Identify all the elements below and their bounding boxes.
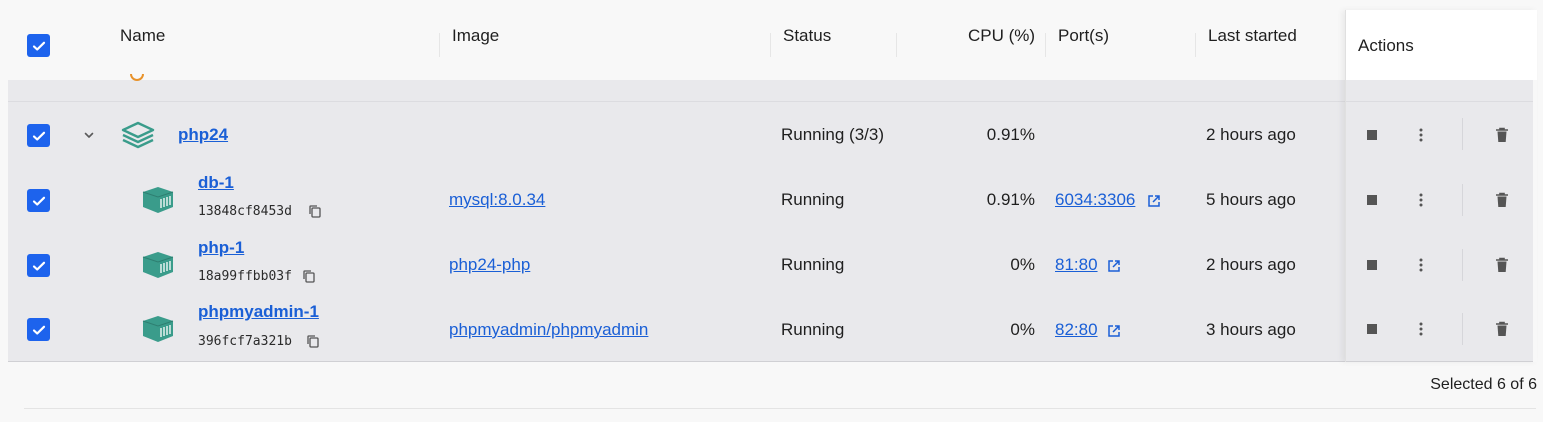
check-icon xyxy=(32,41,45,51)
group-status: Running (3/3) xyxy=(781,125,885,144)
column-header-cpu[interactable]: CPU (%) xyxy=(968,26,1035,46)
container-id: 18a99ffbb03f xyxy=(198,269,292,284)
group-name-link[interactable]: php24 xyxy=(178,125,228,145)
container-port-link[interactable]: 6034:3306 xyxy=(1055,190,1135,210)
more-vertical-icon[interactable] xyxy=(1410,189,1432,211)
scrolled-row-remnant-icon xyxy=(130,74,144,81)
more-vertical-icon[interactable] xyxy=(1410,254,1432,276)
column-header-actions: Actions xyxy=(1358,36,1414,55)
container-id: 396fcf7a321b xyxy=(198,334,292,349)
container-status: Running xyxy=(781,320,845,339)
external-link-icon[interactable] xyxy=(1105,257,1123,275)
container-status: Running xyxy=(781,255,845,274)
copy-icon[interactable] xyxy=(306,202,324,220)
action-divider xyxy=(1462,313,1463,345)
container-name-link[interactable]: phpmyadmin-1 xyxy=(198,302,319,322)
container-checkbox[interactable] xyxy=(27,318,50,341)
group-cpu: 0.91% xyxy=(986,125,1035,144)
check-icon xyxy=(32,261,45,271)
column-header-name[interactable]: Name xyxy=(120,26,165,46)
container-image-link[interactable]: php24-php xyxy=(449,255,530,275)
container-icon xyxy=(142,186,174,214)
stop-icon[interactable] xyxy=(1361,254,1383,276)
copy-icon[interactable] xyxy=(304,332,322,350)
external-link-icon[interactable] xyxy=(1105,322,1123,340)
check-icon xyxy=(32,131,45,141)
column-divider xyxy=(896,33,897,57)
check-icon xyxy=(32,196,45,206)
container-cpu: 0% xyxy=(1010,320,1035,339)
container-cpu: 0% xyxy=(1010,255,1035,274)
copy-icon[interactable] xyxy=(300,267,318,285)
table-bottom-border xyxy=(8,361,1533,362)
trash-icon[interactable] xyxy=(1491,124,1513,146)
more-vertical-icon[interactable] xyxy=(1410,124,1432,146)
column-divider xyxy=(1195,33,1196,57)
container-status: Running xyxy=(781,190,845,209)
column-divider xyxy=(770,33,771,57)
stop-icon[interactable] xyxy=(1361,124,1383,146)
check-icon xyxy=(32,325,45,335)
container-last-started: 5 hours ago xyxy=(1206,190,1296,209)
container-id: 13848cf8453d xyxy=(198,204,292,219)
column-header-last-started[interactable]: Last started xyxy=(1208,26,1297,46)
container-image-link[interactable]: phpmyadmin/phpmyadmin xyxy=(449,320,648,340)
external-link-icon[interactable] xyxy=(1145,192,1163,210)
footer-divider xyxy=(24,408,1536,409)
chevron-down-icon[interactable] xyxy=(78,124,100,146)
selection-count: Selected 6 of 6 xyxy=(1430,376,1537,393)
container-name-link[interactable]: db-1 xyxy=(198,173,234,193)
container-cpu: 0.91% xyxy=(986,190,1035,209)
action-divider xyxy=(1462,184,1463,216)
container-image-link[interactable]: mysql:8.0.34 xyxy=(449,190,545,210)
trash-icon[interactable] xyxy=(1491,318,1513,340)
container-checkbox[interactable] xyxy=(27,189,50,212)
column-header-ports[interactable]: Port(s) xyxy=(1058,26,1109,46)
stack-icon xyxy=(121,120,155,150)
column-divider xyxy=(1045,33,1046,57)
container-icon xyxy=(142,251,174,279)
container-port-link[interactable]: 82:80 xyxy=(1055,320,1098,340)
trash-icon[interactable] xyxy=(1491,189,1513,211)
container-last-started: 2 hours ago xyxy=(1206,255,1296,274)
action-divider xyxy=(1462,118,1463,150)
stop-icon[interactable] xyxy=(1361,318,1383,340)
row-divider xyxy=(8,101,1533,102)
select-all-checkbox[interactable] xyxy=(27,34,50,57)
stop-icon[interactable] xyxy=(1361,189,1383,211)
column-divider xyxy=(439,33,440,57)
container-last-started: 3 hours ago xyxy=(1206,320,1296,339)
column-header-image[interactable]: Image xyxy=(452,26,499,46)
group-checkbox[interactable] xyxy=(27,124,50,147)
container-port-link[interactable]: 81:80 xyxy=(1055,255,1098,275)
more-vertical-icon[interactable] xyxy=(1410,318,1432,340)
column-header-status[interactable]: Status xyxy=(783,26,831,46)
action-divider xyxy=(1462,249,1463,281)
container-icon xyxy=(142,315,174,343)
container-name-link[interactable]: php-1 xyxy=(198,238,244,258)
container-checkbox[interactable] xyxy=(27,254,50,277)
trash-icon[interactable] xyxy=(1491,254,1513,276)
group-last-started: 2 hours ago xyxy=(1206,125,1296,144)
